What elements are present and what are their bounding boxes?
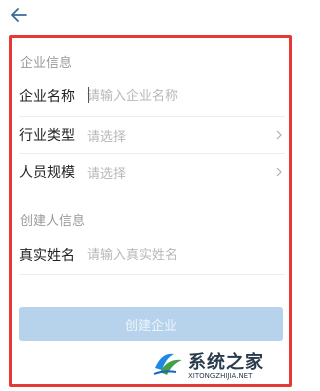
arrow-left-icon [11, 8, 27, 22]
back-button[interactable] [8, 4, 30, 26]
site-logo-icon [153, 353, 182, 375]
industry-label: 行业类型 [19, 128, 75, 144]
text-cursor [88, 87, 89, 103]
watermark-url: XITONGZHIJIA.NET [188, 372, 253, 380]
real-name-label: 真实姓名 [19, 248, 75, 264]
chevron-right-icon [273, 129, 285, 141]
company-name-input[interactable] [87, 84, 285, 108]
section-title-company-info: 企业信息 [20, 56, 73, 71]
staff-size-select[interactable]: 请选择 [87, 163, 273, 182]
create-enterprise-page: 企业信息 企业名称 行业类型 请选择 人员规模 请选择 创建人信息 真实姓名 创… [0, 0, 300, 391]
real-name-input[interactable] [87, 243, 285, 267]
watermark: 系统之家 XITONGZHIJIA.NET [152, 346, 290, 386]
industry-row[interactable]: 行业类型 请选择 [19, 116, 285, 154]
create-enterprise-button[interactable]: 创建企业 [19, 307, 283, 341]
section-title-creator-info: 创建人信息 [20, 214, 86, 229]
company-name-label: 企业名称 [19, 89, 75, 105]
real-name-row: 真实姓名 [19, 236, 285, 274]
industry-select[interactable]: 请选择 [87, 126, 273, 145]
staff-size-row[interactable]: 人员规模 请选择 [19, 153, 285, 191]
divider [19, 274, 285, 275]
watermark-title: 系统之家 [188, 352, 264, 373]
company-name-row: 企业名称 [19, 77, 285, 115]
staff-size-label: 人员规模 [19, 165, 75, 181]
chevron-right-icon [273, 166, 285, 178]
